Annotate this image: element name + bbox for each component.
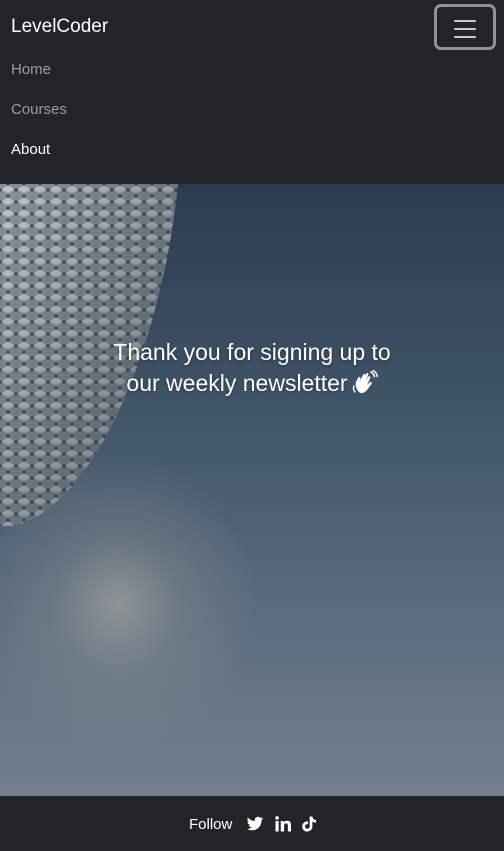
thank-you-message: Thank you for signing up to our weekly n… — [0, 337, 504, 399]
message-line-1: Thank you for signing up to — [113, 339, 391, 365]
twitter-icon[interactable] — [246, 815, 264, 833]
nav-link-home[interactable]: Home — [11, 61, 51, 78]
hero-section: Thank you for signing up to our weekly n… — [0, 184, 504, 796]
brand-logo[interactable]: LevelCoder — [11, 16, 108, 38]
hero-background-image — [0, 184, 178, 527]
tiktok-icon[interactable] — [300, 815, 318, 833]
navbar: LevelCoder Home Courses About — [0, 0, 504, 184]
nav-link-about[interactable]: About — [11, 141, 50, 158]
linkedin-icon[interactable] — [274, 815, 292, 833]
footer: Follow — [0, 796, 504, 851]
waving-hand-icon — [352, 370, 378, 394]
message-line-2: our weekly newsletter — [126, 370, 348, 396]
follow-label: Follow — [189, 816, 233, 833]
hamburger-menu-icon — [454, 20, 476, 38]
nav-link-courses[interactable]: Courses — [11, 101, 67, 118]
message-line-2-wrap: our weekly newsletter — [0, 368, 504, 399]
navbar-toggle-button[interactable] — [434, 4, 496, 50]
